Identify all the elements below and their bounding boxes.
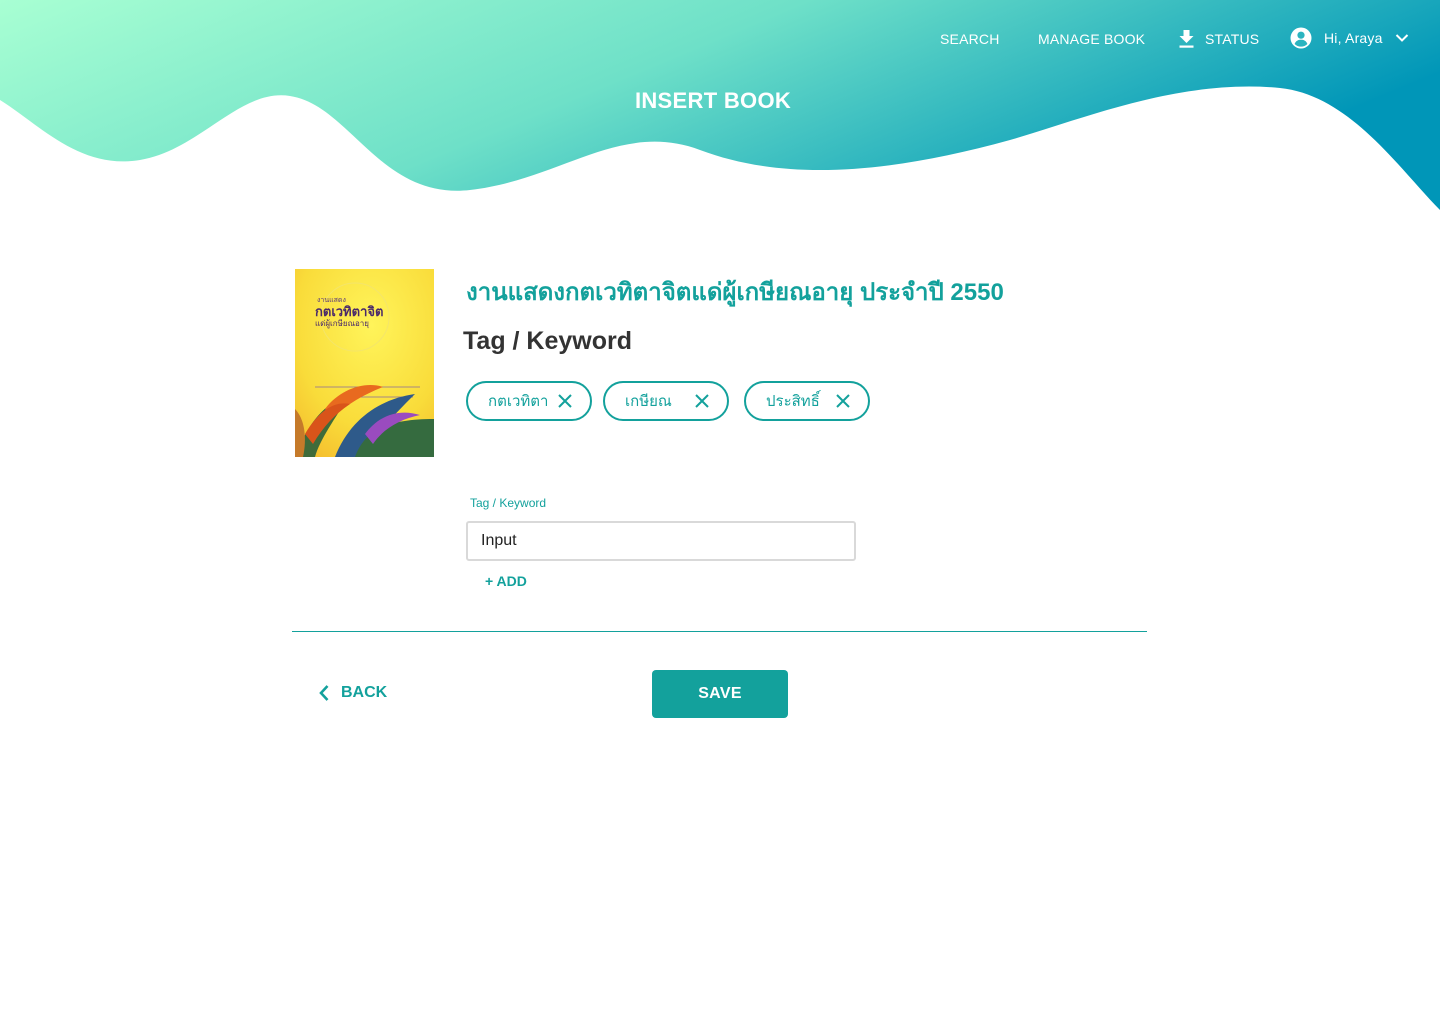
page-title: INSERT BOOK: [634, 88, 792, 113]
chevron-left-icon: [319, 685, 329, 701]
tag-chip: ประสิทธิ์: [744, 381, 870, 421]
close-icon[interactable]: [556, 392, 574, 410]
close-icon[interactable]: [834, 392, 852, 410]
section-divider: [292, 631, 1147, 632]
add-tag-button[interactable]: + ADD: [485, 573, 527, 589]
nav-manage-book-link[interactable]: MANAGE BOOK: [1038, 31, 1145, 47]
tag-chip-list: กตเวทิตา เกษียณ ประสิทธิ์: [466, 381, 881, 421]
cover-text-line2: กตเวทิตาจิต: [315, 305, 383, 320]
book-cover-image: งานแสดง กตเวทิตาจิต แด่ผู้เกษียณอายุ: [295, 269, 434, 457]
tag-input[interactable]: [466, 521, 856, 561]
tag-input-label: Tag / Keyword: [470, 496, 547, 510]
user-menu[interactable]: Hi, Araya: [1290, 27, 1409, 49]
nav-search-label: SEARCH: [940, 31, 1000, 47]
tag-section-heading: Tag / Keyword: [463, 327, 633, 355]
save-button[interactable]: SAVE: [652, 670, 788, 718]
chevron-down-icon: [1395, 34, 1408, 42]
book-title: งานแสดงกตเวทิตาจิตแด่ผู้เกษียณอายุ ประจำ…: [466, 279, 1004, 306]
cover-text-line3: แด่ผู้เกษียณอายุ: [315, 319, 369, 329]
user-greeting: Hi, Araya: [1324, 30, 1383, 46]
account-circle-icon: [1290, 27, 1312, 49]
cover-text-line1: งานแสดง: [317, 296, 346, 304]
tag-chip-label: เกษียณ: [625, 393, 672, 410]
tag-chip-label: ประสิทธิ์: [766, 393, 820, 410]
download-icon: [1179, 30, 1194, 48]
back-button-label: BACK: [341, 684, 388, 701]
tag-chip: เกษียณ: [603, 381, 729, 421]
nav-status-label: STATUS: [1205, 31, 1260, 47]
tag-chip-label: กตเวทิตา: [488, 393, 549, 410]
back-button[interactable]: BACK: [318, 684, 387, 702]
close-icon[interactable]: [693, 392, 711, 410]
nav-status-link[interactable]: STATUS: [1178, 29, 1259, 49]
tag-chip: กตเวทิตา: [466, 381, 592, 421]
nav-manage-book-label: MANAGE BOOK: [1038, 31, 1146, 47]
nav-search-link[interactable]: SEARCH: [940, 31, 1000, 47]
